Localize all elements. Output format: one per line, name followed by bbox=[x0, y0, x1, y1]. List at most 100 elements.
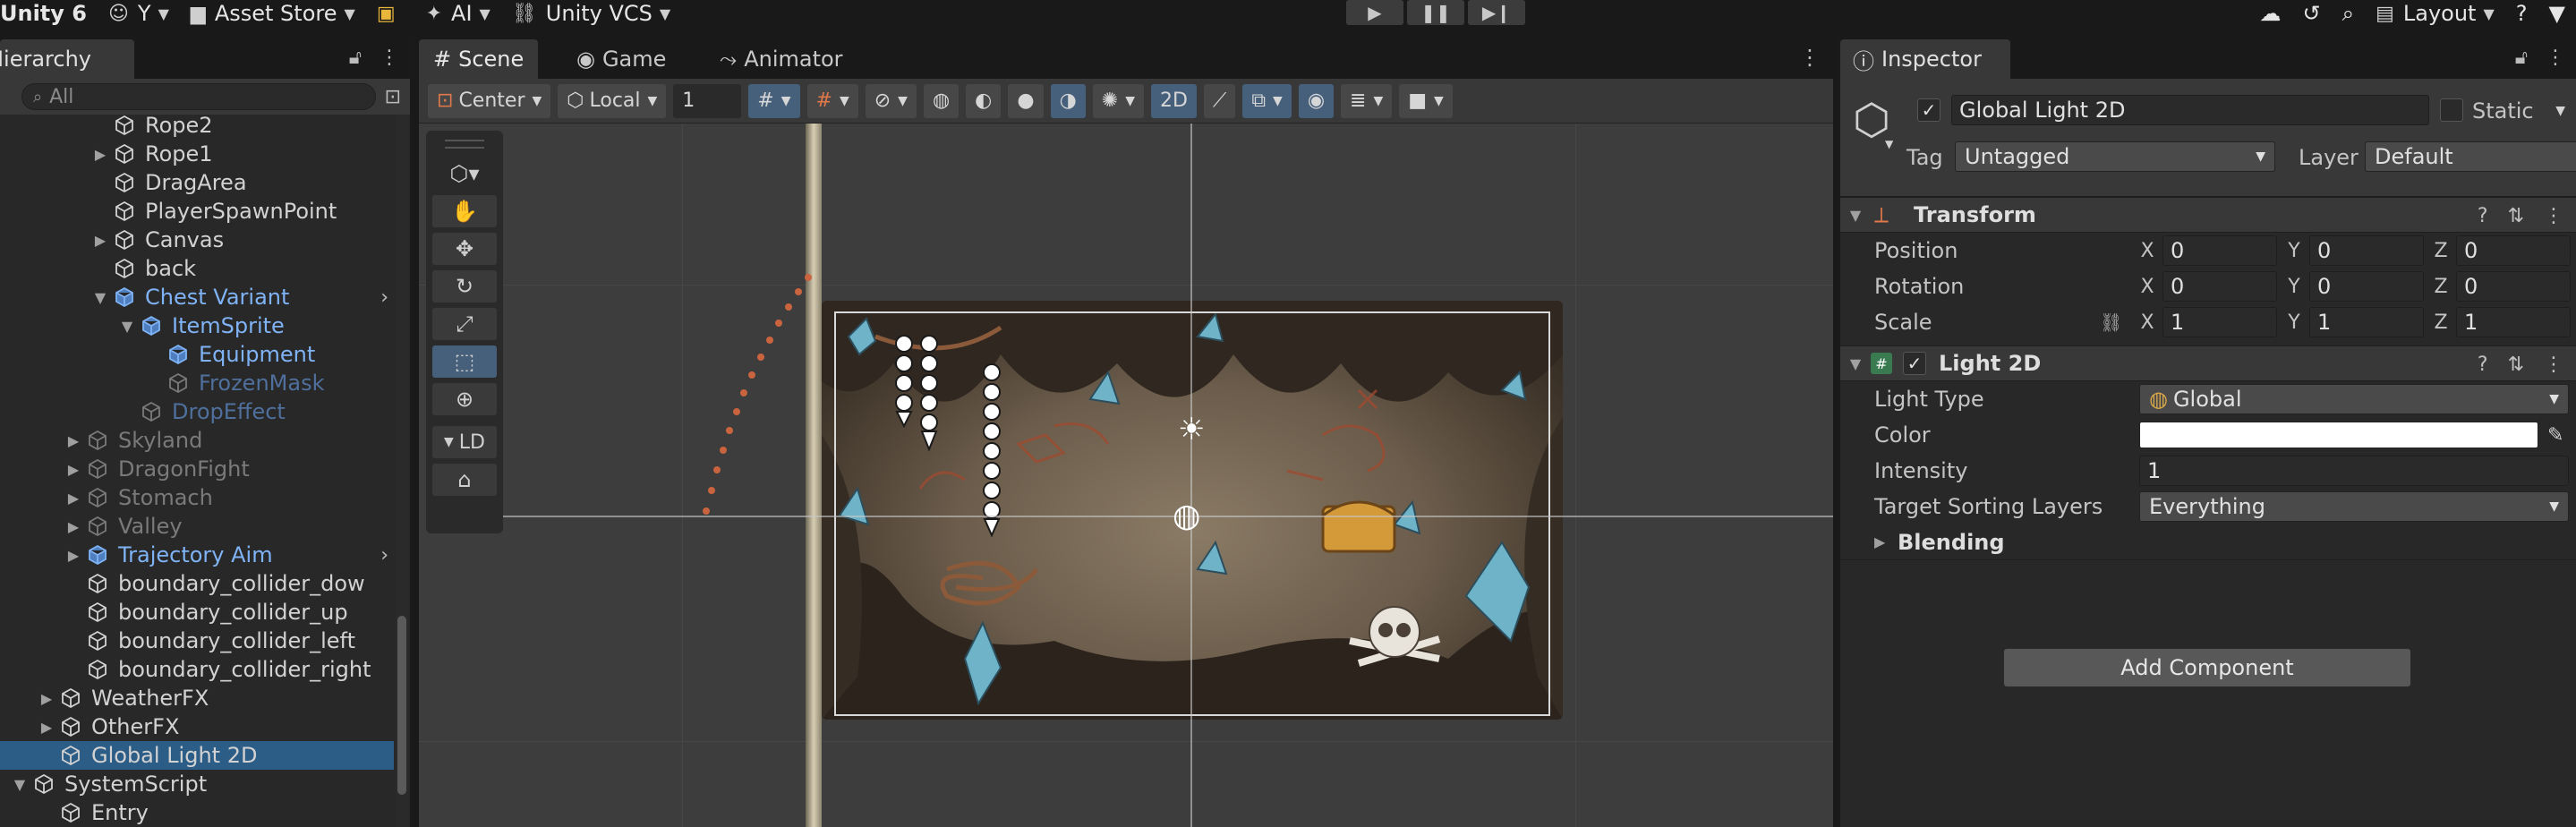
kebab-menu-icon[interactable]: ⋮ bbox=[2546, 47, 2565, 69]
unity-vcs-menu[interactable]: ⛓ Unity VCS ▼ bbox=[501, 0, 681, 27]
layout-menu[interactable]: ▤ Layout ▼ bbox=[2365, 0, 2505, 27]
light2d-component-header[interactable]: ▼ # ✓ Light 2D ? ⇅ ⋮ bbox=[1840, 345, 2576, 381]
hierarchy-row[interactable]: ▶ Canvas bbox=[0, 226, 394, 254]
scene-visibility-toggle[interactable]: ◉ bbox=[1298, 83, 1335, 118]
blending-foldout[interactable]: ▶ Blending bbox=[1840, 524, 2576, 560]
preset-icon[interactable]: ⇅ bbox=[2508, 205, 2524, 227]
tag-dropdown[interactable]: Untagged ▼ bbox=[1955, 141, 2275, 172]
static-checkbox[interactable] bbox=[2440, 98, 2463, 122]
search-button[interactable]: ⌕ bbox=[2332, 0, 2365, 27]
intensity-field[interactable]: 1 bbox=[2139, 456, 2569, 486]
hierarchy-row[interactable]: DragArea bbox=[0, 168, 394, 197]
grid-snap-increment-field[interactable]: 1 bbox=[673, 83, 742, 118]
chevron-down-icon[interactable]: ▼ bbox=[2555, 104, 2565, 118]
collapsed-arrow-icon[interactable]: ▶ bbox=[63, 432, 84, 449]
hierarchy-row[interactable]: ▶ DragonFight bbox=[0, 455, 394, 483]
target-sorting-layers-dropdown[interactable]: Everything ▼ bbox=[2139, 491, 2569, 522]
hierarchy-row[interactable]: PlayerSpawnPoint bbox=[0, 197, 394, 226]
hierarchy-row[interactable]: ▼ SystemScript bbox=[0, 770, 394, 798]
collapsed-arrow-icon[interactable]: ▶ bbox=[63, 490, 84, 507]
kebab-menu-icon[interactable]: ⋮ bbox=[1799, 45, 1821, 70]
scale-y-field[interactable]: 1 bbox=[2309, 307, 2424, 337]
collapsed-arrow-icon[interactable]: ▶ bbox=[63, 547, 84, 564]
collapsed-arrow-icon[interactable]: ▶ bbox=[90, 146, 111, 163]
object-name-field[interactable]: Global Light 2D bbox=[1951, 95, 2429, 125]
draw-mode-shaded-button[interactable]: ● bbox=[1008, 83, 1044, 118]
tab-animator[interactable]: ⤳ Animator bbox=[705, 39, 857, 79]
scene-canvas[interactable]: ☀ ◍ ⬡▾ ✋ ✥ ↻ ⤢ ⬚ ⊕ ▼ LD ⌂ bbox=[419, 124, 1833, 827]
collapsed-arrow-icon[interactable]: ▶ bbox=[63, 461, 84, 478]
help-icon[interactable]: ? bbox=[2478, 354, 2488, 376]
hierarchy-row[interactable]: FrozenMask bbox=[0, 369, 394, 397]
debug-draw-dropdown[interactable]: ✺ ▼ bbox=[1092, 83, 1144, 118]
hierarchy-row[interactable]: Equipment bbox=[0, 340, 394, 369]
help-icon[interactable]: ? bbox=[2478, 205, 2488, 227]
light2d-enabled-checkbox[interactable]: ✓ bbox=[1903, 352, 1926, 375]
rotate-tool[interactable]: ↻ bbox=[432, 270, 497, 303]
add-component-button[interactable]: Add Component bbox=[2003, 648, 2411, 687]
orientation-tools[interactable]: ⊘ ▼ bbox=[865, 83, 917, 118]
hierarchy-row[interactable]: boundary_collider_left bbox=[0, 627, 394, 655]
pivot-mode-dropdown[interactable]: ⊡ Center ▼ bbox=[428, 83, 551, 118]
preset-icon[interactable]: ⇅ bbox=[2508, 354, 2524, 376]
help-button[interactable]: ? bbox=[2505, 0, 2538, 27]
tab-inspector[interactable]: ⓘ Inspector bbox=[1840, 39, 2010, 79]
kebab-menu-icon[interactable]: ⋮ bbox=[2544, 354, 2563, 376]
hierarchy-row[interactable]: boundary_collider_up bbox=[0, 598, 394, 627]
chevron-down-icon[interactable]: ▼ bbox=[1885, 138, 1893, 150]
open-prefab-arrow-icon[interactable]: › bbox=[380, 544, 388, 567]
draw-mode-unlit-button[interactable]: ◑ bbox=[1050, 83, 1086, 118]
tab-game[interactable]: ◉ Game bbox=[562, 39, 680, 79]
overflow-menu-button[interactable]: ▼ bbox=[2538, 0, 2576, 27]
scale-x-field[interactable]: 1 bbox=[2162, 307, 2277, 337]
account-menu[interactable]: ☺ Y ▼ bbox=[98, 0, 180, 27]
hierarchy-row[interactable]: boundary_collider_right bbox=[0, 655, 394, 684]
hierarchy-row[interactable]: ▶ Trajectory Aim › bbox=[0, 541, 394, 569]
hierarchy-row[interactable]: ▶ Stomach bbox=[0, 483, 394, 512]
collapsed-arrow-icon[interactable]: ▶ bbox=[63, 518, 84, 535]
play-button[interactable]: ▶ bbox=[1346, 0, 1403, 25]
color-swatch[interactable] bbox=[2139, 422, 2538, 448]
cloud-button[interactable]: ☁ bbox=[2249, 0, 2292, 27]
camera-settings-dropdown[interactable]: ■ ▼ bbox=[1399, 83, 1453, 118]
lock-icon[interactable]: 🔓︎ bbox=[2515, 47, 2528, 69]
hierarchy-row[interactable]: ▼ ItemSprite bbox=[0, 311, 394, 340]
pivot-rotation-dropdown[interactable]: ⬡ Local ▼ bbox=[558, 83, 667, 118]
toggle-2d-button[interactable]: 2D bbox=[1150, 83, 1197, 118]
rotation-z-field[interactable]: 0 bbox=[2456, 271, 2571, 302]
hierarchy-row[interactable]: Global Light 2D bbox=[0, 741, 394, 770]
layer-dropdown[interactable]: Default ▼ bbox=[2365, 141, 2576, 172]
draw-mode-shaded-wire-button[interactable]: ◐ bbox=[966, 83, 1002, 118]
tab-scene[interactable]: # Scene bbox=[419, 39, 539, 79]
kebab-menu-icon[interactable]: ⋮ bbox=[2544, 205, 2563, 227]
history-button[interactable]: ↺ bbox=[2292, 0, 2332, 27]
expanded-arrow-icon[interactable]: ▼ bbox=[9, 776, 30, 793]
tool-context-dropdown[interactable]: ⬡▾ bbox=[432, 158, 497, 190]
rotation-y-field[interactable]: 0 bbox=[2309, 271, 2424, 302]
hierarchy-row[interactable]: ▶ Skyland bbox=[0, 426, 394, 455]
scrollbar-thumb[interactable] bbox=[397, 616, 406, 795]
pause-button[interactable]: ❚❚ bbox=[1407, 0, 1464, 25]
lighting-toggle[interactable]: ⟋ bbox=[1203, 83, 1236, 118]
tab-hierarchy[interactable]: Hierarchy bbox=[0, 39, 134, 79]
eyedropper-icon[interactable]: ✎ bbox=[2547, 424, 2563, 447]
position-z-field[interactable]: 0 bbox=[2456, 235, 2571, 266]
global-light-gizmo-icon[interactable]: ◍ bbox=[1173, 498, 1200, 534]
hierarchy-row[interactable]: DropEffect bbox=[0, 397, 394, 426]
asset-store-menu[interactable]: ▆ Asset Store ▼ bbox=[180, 0, 366, 27]
expanded-arrow-icon[interactable]: ▼ bbox=[90, 289, 111, 306]
kebab-menu-icon[interactable]: ⋮ bbox=[380, 47, 399, 69]
step-button[interactable]: ▶❙ bbox=[1468, 0, 1525, 25]
open-prefab-arrow-icon[interactable]: › bbox=[380, 286, 388, 309]
hierarchy-row[interactable]: ▶ WeatherFX bbox=[0, 684, 394, 712]
hierarchy-row[interactable]: Entry bbox=[0, 798, 394, 827]
lock-icon[interactable]: 🔓︎ bbox=[349, 47, 362, 69]
hierarchy-row[interactable]: boundary_collider_dow bbox=[0, 569, 394, 598]
move-tool[interactable]: ✥ bbox=[432, 233, 497, 265]
scene-search-mode-icon[interactable]: ⊡ bbox=[385, 86, 401, 108]
hand-tool[interactable]: ✋ bbox=[432, 195, 497, 227]
position-y-field[interactable]: 0 bbox=[2309, 235, 2424, 266]
hierarchy-row[interactable]: ▶ OtherFX bbox=[0, 712, 394, 741]
rect-tool[interactable]: ⬚ bbox=[432, 345, 497, 378]
hierarchy-row[interactable]: ▶ Rope1 bbox=[0, 140, 394, 168]
